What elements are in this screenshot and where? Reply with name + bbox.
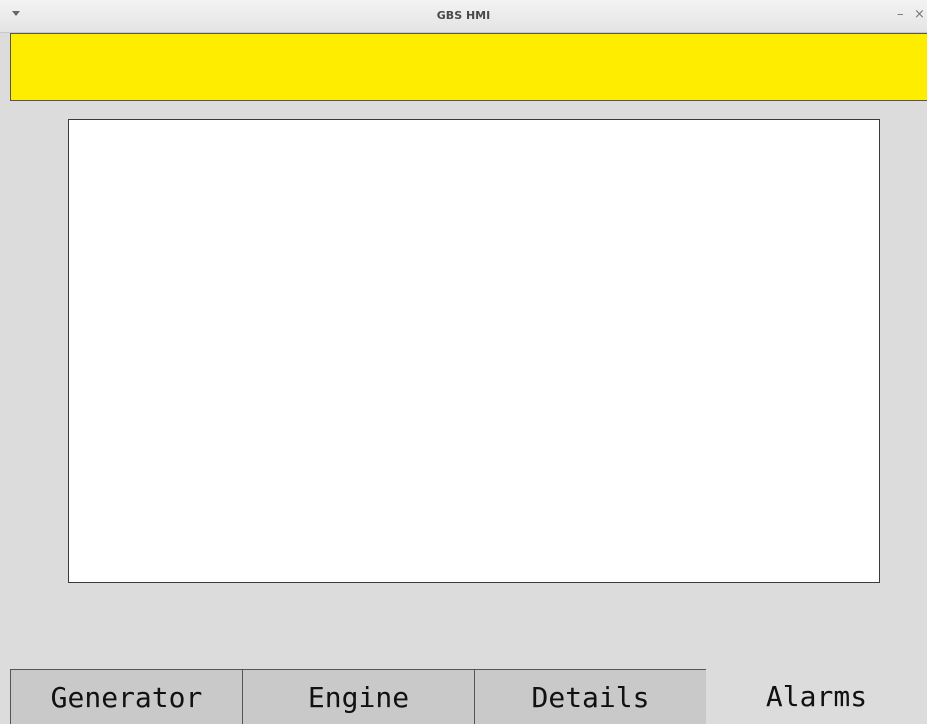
tab-bar: Generator Engine Details Alarms <box>10 669 927 724</box>
minimize-button[interactable]: – <box>897 7 904 23</box>
alarm-list[interactable] <box>68 119 880 583</box>
close-button[interactable]: × <box>914 7 925 23</box>
tab-engine[interactable]: Engine <box>242 669 475 724</box>
title-bar: GBS HMI – × <box>0 0 927 33</box>
window-title: GBS HMI <box>436 9 491 22</box>
hmi-window: GBS HMI – × Generator Engine Details Ala… <box>0 0 927 724</box>
alarm-banner <box>10 33 927 101</box>
tab-generator[interactable]: Generator <box>10 669 243 724</box>
tab-alarms[interactable]: Alarms <box>706 669 927 724</box>
tab-details[interactable]: Details <box>474 669 707 724</box>
